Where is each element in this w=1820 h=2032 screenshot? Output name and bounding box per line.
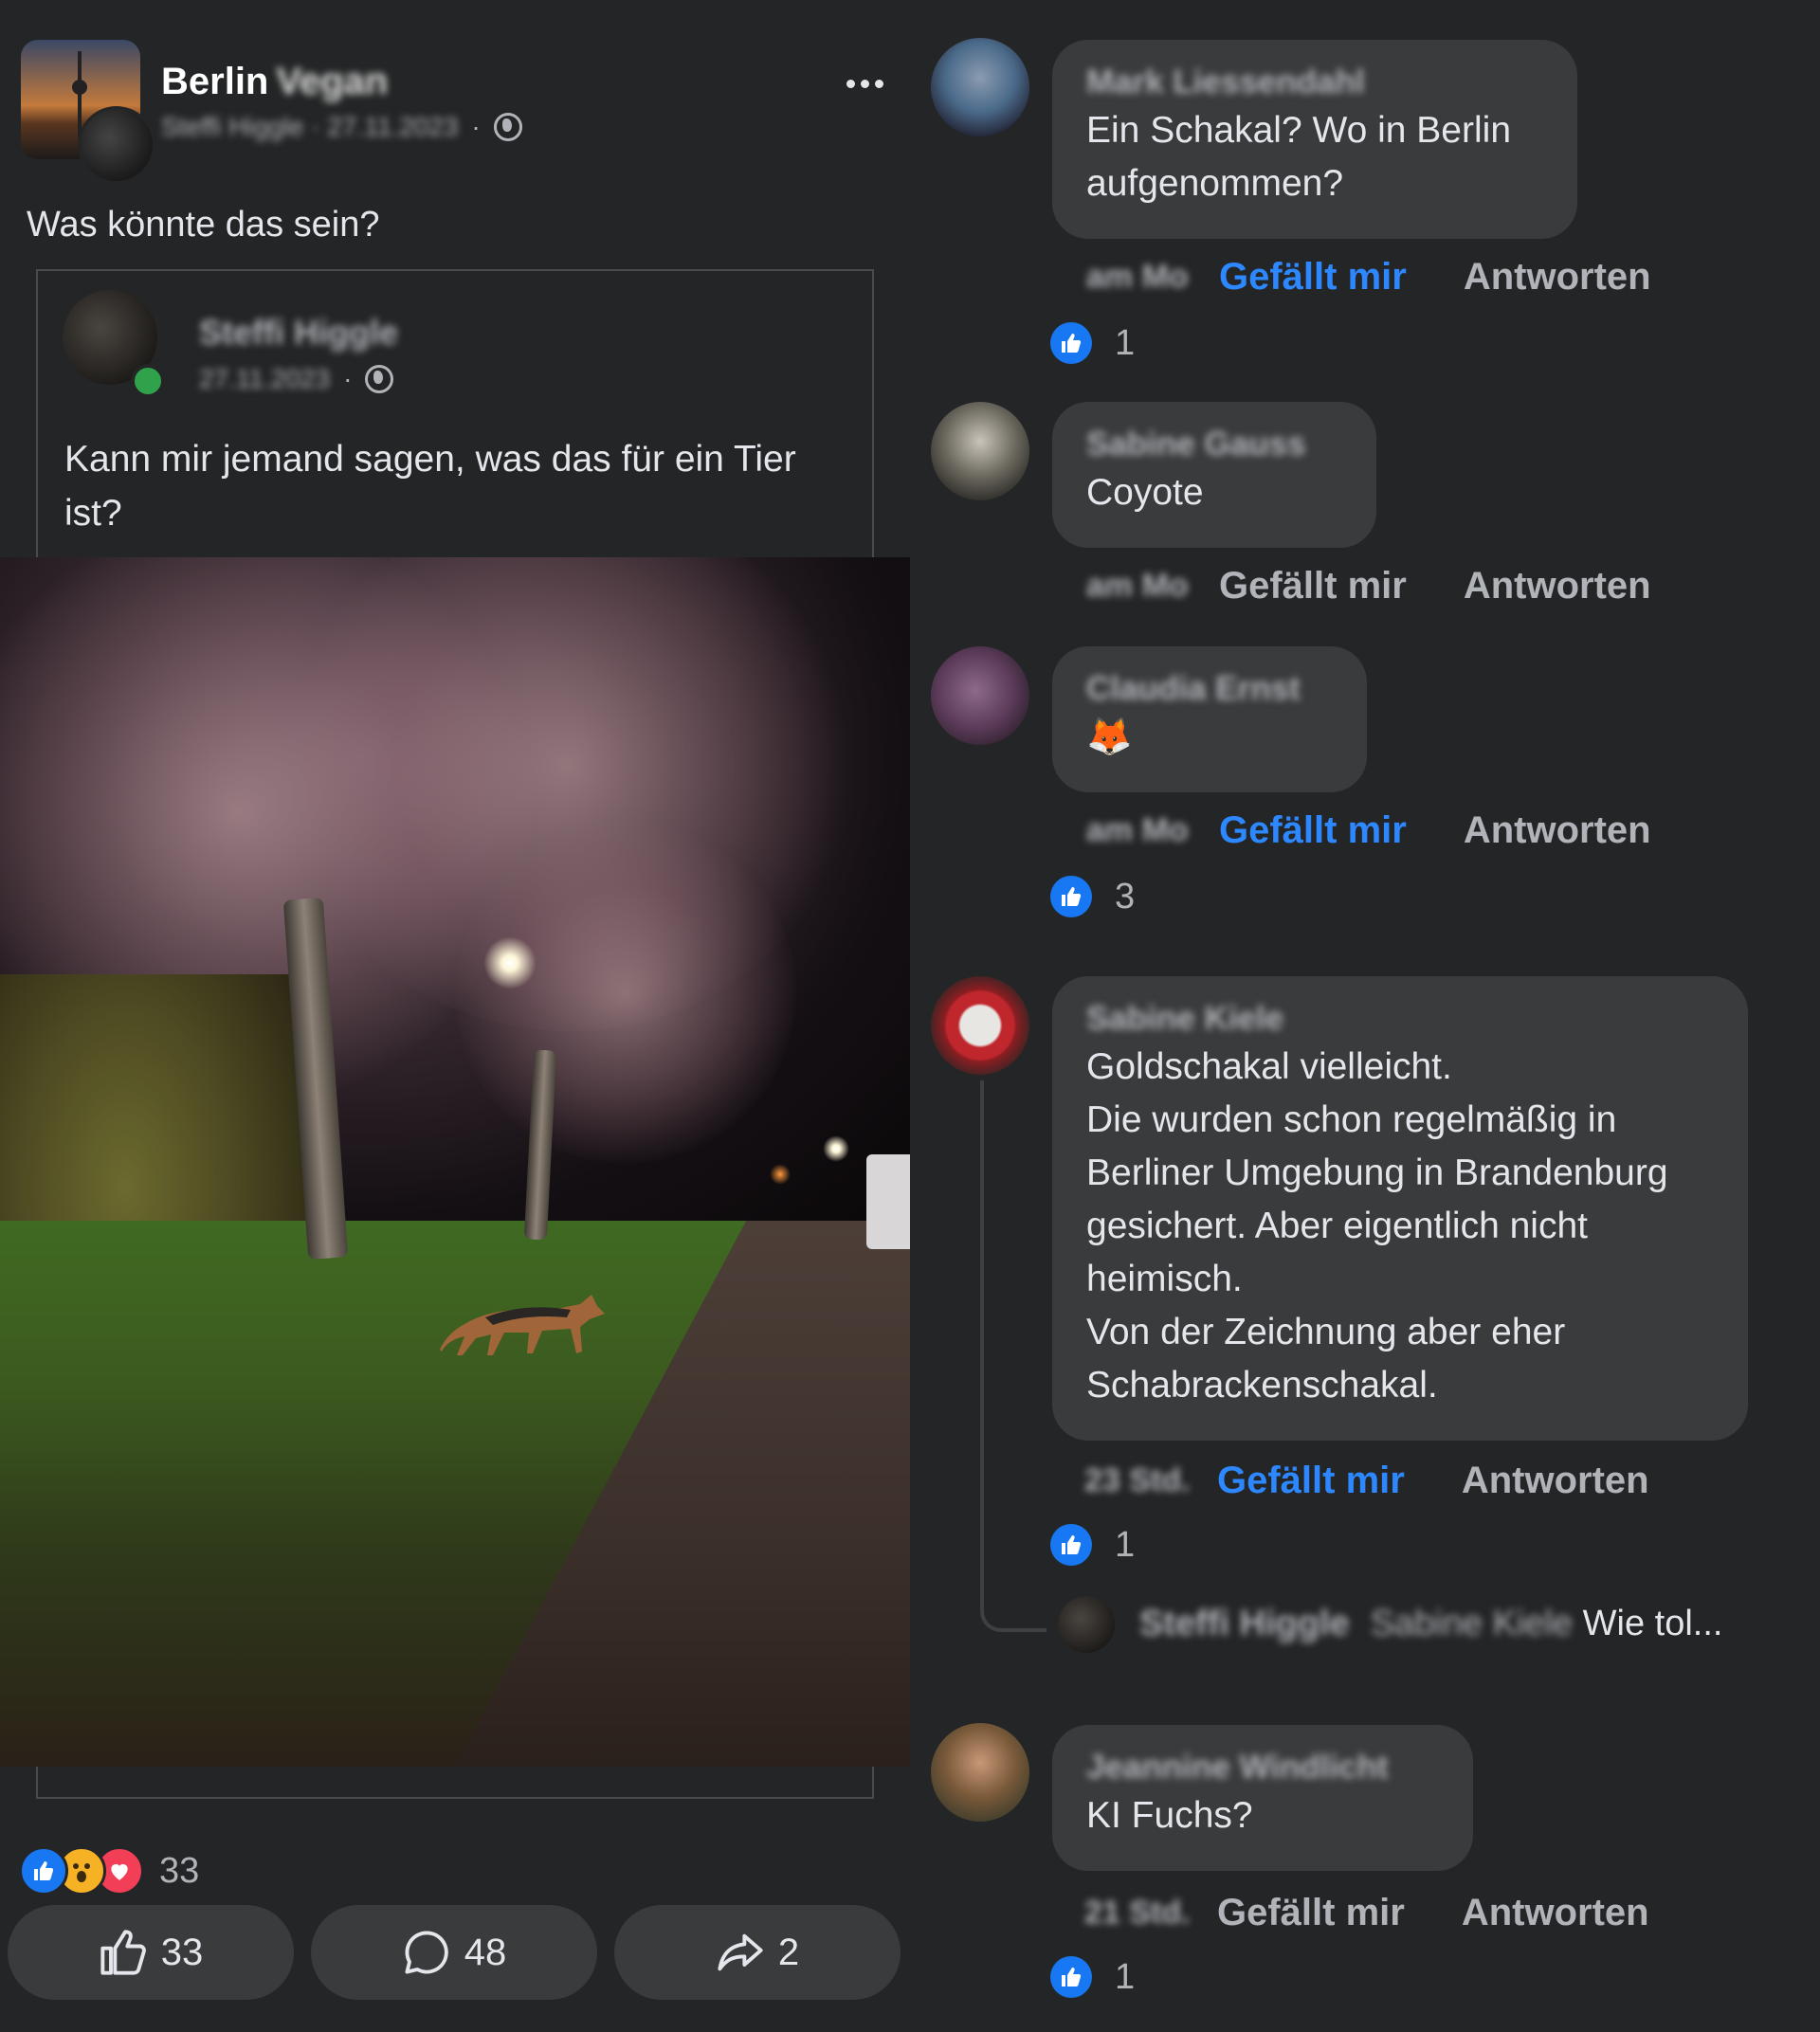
like-badge-icon bbox=[1050, 322, 1092, 364]
post-author-date-blurred[interactable]: Steffi Higgle · 27.11.2023 bbox=[161, 112, 458, 142]
shared-author-name-blurred[interactable]: Steffi Higgle bbox=[199, 313, 398, 353]
like-count: 33 bbox=[160, 1931, 204, 1973]
comment-text: KI Fuchs? bbox=[1086, 1795, 1253, 1836]
comment-like-button[interactable]: Gefällt mir bbox=[1219, 809, 1407, 852]
group-name-text[interactable]: Berlin bbox=[161, 61, 268, 102]
reactions-count[interactable]: 33 bbox=[159, 1851, 199, 1892]
street-lamp bbox=[823, 1135, 849, 1162]
comment-text: Coyote bbox=[1086, 472, 1204, 513]
comment-like-button[interactable]: Gefällt mir bbox=[1217, 1460, 1405, 1502]
comment-like-button[interactable]: Gefällt mir bbox=[1217, 1892, 1405, 1934]
commenter-avatar[interactable] bbox=[931, 38, 1029, 136]
street-lamp bbox=[483, 936, 537, 989]
dot-icon bbox=[874, 79, 883, 88]
comment-reply-button[interactable]: Antworten bbox=[1462, 1460, 1649, 1502]
reply-preview-text: Wie tol... bbox=[1582, 1604, 1723, 1643]
meta-separator: · bbox=[343, 364, 353, 393]
like-count-text: 3 bbox=[1115, 876, 1136, 916]
like-badge-icon bbox=[1050, 1524, 1092, 1566]
globe-icon bbox=[493, 113, 522, 141]
comment-time-blurred[interactable]: am Mo bbox=[1086, 259, 1219, 296]
commenter-avatar[interactable] bbox=[931, 1723, 1029, 1822]
commenter-avatar[interactable] bbox=[931, 646, 1029, 745]
comment-time-blurred[interactable]: am Mo bbox=[1086, 812, 1219, 849]
shared-post-text: Kann mir jemand sagen, was das für ein T… bbox=[64, 439, 796, 534]
group-name[interactable]: Berlin Vegan bbox=[161, 61, 388, 103]
comment-reply-button[interactable]: Antworten bbox=[1462, 1892, 1649, 1934]
comment-emoji-text: 🦊 bbox=[1086, 717, 1133, 757]
thumbs-up-icon bbox=[100, 1930, 146, 1975]
reply-preview[interactable]: Steffi Higgle Sabine Kiele Wie tol... bbox=[1139, 1604, 1722, 1644]
dot-icon bbox=[860, 79, 869, 88]
comment-like-button[interactable]: Gefällt mir bbox=[1219, 565, 1407, 608]
reply-author-blurred[interactable]: Steffi Higgle bbox=[1139, 1604, 1350, 1644]
comment-actions: am Mo Gefällt mir Antworten bbox=[1086, 809, 1651, 852]
like-badge-icon bbox=[1050, 1956, 1092, 1998]
comment-like-count[interactable]: 3 bbox=[1050, 876, 1135, 917]
comment-actions: am Mo Gefällt mir Antworten bbox=[1086, 256, 1651, 299]
comment-bubble[interactable]: Sabine Gauss Coyote bbox=[1052, 402, 1376, 548]
shared-date-blurred[interactable]: 27.11.2023 bbox=[199, 364, 330, 394]
comment-count: 48 bbox=[464, 1931, 507, 1973]
author-avatar-small[interactable] bbox=[78, 106, 155, 184]
group-name-blurred: Vegan bbox=[276, 61, 389, 102]
like-count-text: 1 bbox=[1115, 1956, 1136, 1997]
jackal-figure bbox=[440, 1295, 605, 1355]
post-photo[interactable] bbox=[0, 557, 910, 1767]
meta-separator: · bbox=[471, 112, 481, 141]
commenter-avatar[interactable] bbox=[931, 402, 1029, 500]
comment-bubble[interactable]: Jeannine Windlicht KI Fuchs? bbox=[1052, 1725, 1473, 1871]
dot-icon bbox=[846, 79, 855, 88]
comment-like-count[interactable]: 1 bbox=[1050, 322, 1135, 364]
post-card: Berlin Vegan Steffi Higgle · 27.11.2023 ·… bbox=[0, 0, 910, 2032]
commenter-avatar[interactable] bbox=[931, 976, 1029, 1075]
share-icon bbox=[718, 1933, 763, 1971]
post-meta: Steffi Higgle · 27.11.2023 · bbox=[161, 112, 522, 142]
comment-actions: 21 Std. Gefällt mir Antworten bbox=[1084, 1892, 1649, 1934]
like-badge-icon bbox=[1050, 876, 1092, 917]
comment-time-blurred[interactable]: 23 Std. bbox=[1084, 1462, 1217, 1499]
commenter-name-blurred[interactable]: Mark Liessendahl bbox=[1086, 61, 1543, 104]
more-options-button[interactable] bbox=[836, 55, 893, 112]
tree-crown bbox=[455, 823, 796, 1164]
share-button[interactable]: 2 bbox=[614, 1905, 901, 2000]
like-button[interactable]: 33 bbox=[8, 1905, 294, 2000]
comment-like-count[interactable]: 1 bbox=[1050, 1524, 1135, 1566]
post-text: Was könnte das sein? bbox=[27, 205, 380, 245]
comment-time-blurred[interactable]: am Mo bbox=[1086, 568, 1219, 605]
comment-bubble[interactable]: Sabine Kiele Goldschakal vielleicht. Die… bbox=[1052, 976, 1748, 1441]
reply-thread-line bbox=[980, 1080, 1046, 1632]
commenter-name-blurred[interactable]: Sabine Gauss bbox=[1086, 423, 1342, 466]
comment-icon bbox=[405, 1931, 448, 1974]
like-reaction-icon bbox=[19, 1846, 68, 1896]
comment-bubble[interactable]: Mark Liessendahl Ein Schakal? Wo in Berl… bbox=[1052, 40, 1577, 239]
comment-reply-button[interactable]: Antworten bbox=[1464, 256, 1651, 299]
commenter-name-blurred[interactable]: Sabine Kiele bbox=[1086, 997, 1714, 1041]
comment-text: Ein Schakal? Wo in Berlin aufgenommen? bbox=[1086, 110, 1512, 204]
comment-time-blurred[interactable]: 21 Std. bbox=[1084, 1895, 1217, 1932]
comment-like-count[interactable]: 1 bbox=[1050, 1956, 1135, 1998]
comment-actions: 23 Std. Gefällt mir Antworten bbox=[1084, 1460, 1649, 1502]
shared-meta: 27.11.2023 · bbox=[199, 364, 394, 394]
reply-avatar[interactable] bbox=[1058, 1596, 1115, 1653]
share-count: 2 bbox=[777, 1931, 800, 1973]
comment-text: Goldschakal vielleicht. Die wurden schon… bbox=[1086, 1046, 1668, 1406]
reactions-summary[interactable]: 33 bbox=[19, 1846, 199, 1896]
globe-icon bbox=[365, 365, 394, 393]
commenter-name-blurred[interactable]: Jeannine Windlicht bbox=[1086, 1746, 1439, 1789]
parked-van bbox=[866, 1154, 910, 1249]
street-lamp bbox=[770, 1164, 791, 1185]
tv-tower-ball-shape bbox=[72, 80, 87, 95]
online-status-icon bbox=[131, 364, 165, 398]
like-count-text: 1 bbox=[1115, 1524, 1136, 1565]
commenter-name-blurred[interactable]: Claudia Ernst bbox=[1086, 667, 1333, 711]
comment-reply-button[interactable]: Antworten bbox=[1464, 809, 1651, 852]
like-count-text: 1 bbox=[1115, 322, 1136, 363]
reply-mention-blurred[interactable]: Sabine Kiele bbox=[1371, 1604, 1573, 1643]
comment-reply-button[interactable]: Antworten bbox=[1464, 565, 1651, 608]
comment-button[interactable]: 48 bbox=[311, 1905, 597, 2000]
comment-like-button[interactable]: Gefällt mir bbox=[1219, 256, 1407, 299]
comment-bubble[interactable]: Claudia Ernst 🦊 bbox=[1052, 646, 1367, 792]
comment-actions: am Mo Gefällt mir Antworten bbox=[1086, 565, 1651, 608]
